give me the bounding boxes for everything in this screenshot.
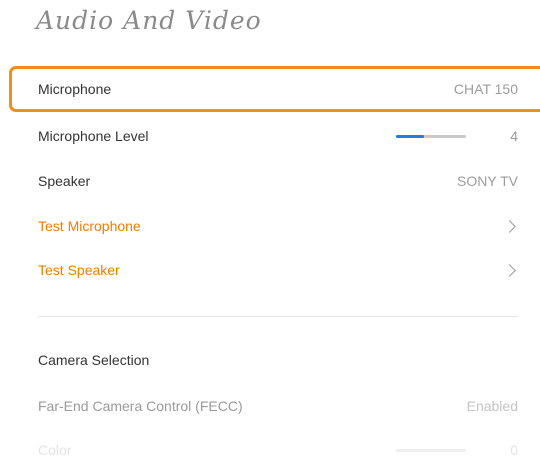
microphone-setting[interactable]: Microphone CHAT 150 [38, 67, 518, 111]
test-microphone-item[interactable]: Test Microphone [38, 204, 518, 248]
microphone-level-value: 4 [510, 128, 518, 144]
microphone-level-label: Microphone Level [38, 128, 149, 144]
camera-selection-label: Camera Selection [38, 352, 150, 368]
section-divider [38, 316, 518, 317]
microphone-label: Microphone [38, 81, 112, 97]
chevron-right-icon [503, 263, 516, 277]
test-speaker-item[interactable]: Test Speaker [38, 248, 518, 292]
fecc-value: Enabled [466, 398, 518, 414]
microphone-level-setting[interactable]: Microphone Level 4 [38, 114, 518, 158]
microphone-level-fill [396, 134, 424, 138]
test-microphone-label: Test Microphone [38, 218, 141, 234]
speaker-value: SONY TV [457, 173, 518, 189]
color-setting[interactable]: Color 0 [38, 428, 518, 472]
camera-selection-item[interactable]: Camera Selection [38, 338, 518, 382]
color-label: Color [38, 442, 72, 458]
color-slider[interactable] [396, 448, 466, 452]
page-title: Audio And Video [36, 6, 262, 35]
chevron-right-icon [503, 219, 516, 233]
test-speaker-label: Test Speaker [38, 262, 120, 278]
speaker-setting[interactable]: Speaker SONY TV [38, 159, 518, 203]
fecc-setting[interactable]: Far-End Camera Control (FECC) Enabled [38, 384, 518, 428]
microphone-level-slider[interactable] [396, 134, 466, 138]
microphone-value: CHAT 150 [453, 81, 518, 97]
fecc-label: Far-End Camera Control (FECC) [38, 398, 243, 414]
speaker-label: Speaker [38, 173, 91, 189]
color-value: 0 [510, 442, 518, 458]
